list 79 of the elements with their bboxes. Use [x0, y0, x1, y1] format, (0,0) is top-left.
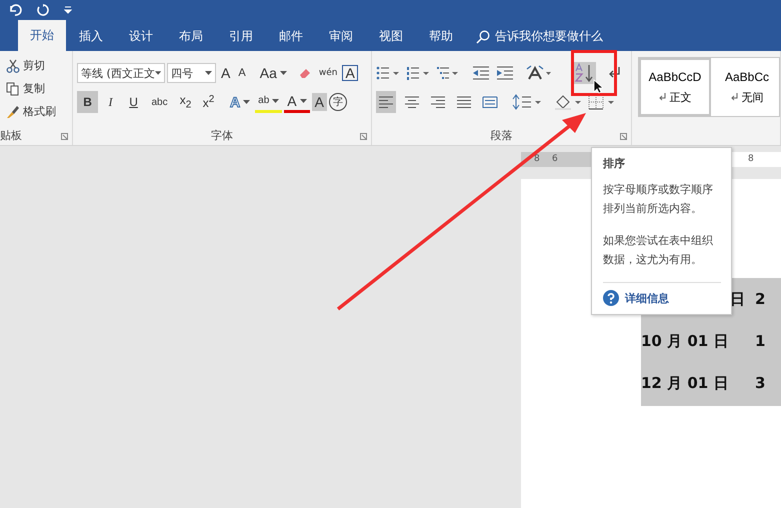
style-item[interactable]: AaBbCcD 正文: [639, 58, 711, 116]
group-label: 段落: [490, 128, 512, 142]
tooltip-title: 排序: [603, 156, 626, 171]
caret-icon: [154, 71, 162, 75]
paragraph-mark-icon: [730, 93, 738, 101]
grow-font-button[interactable]: A: [218, 62, 234, 84]
change-case-button[interactable]: Aa: [256, 62, 290, 84]
redo-icon[interactable]: [36, 4, 50, 16]
undo-icon[interactable]: [8, 4, 22, 16]
enclose-characters-button[interactable]: 字: [328, 93, 347, 111]
highlight-button[interactable]: ab: [255, 91, 282, 113]
shrink-font-button[interactable]: A: [235, 62, 249, 84]
increase-indent-icon[interactable]: [496, 66, 514, 80]
table-cell-text: 3: [754, 374, 766, 392]
numbering-icon[interactable]: [406, 65, 430, 81]
font-size-dropdown[interactable]: 四号: [167, 63, 216, 83]
tell-me-search[interactable]: 告诉我你想要做什么: [476, 22, 603, 51]
multilevel-list-icon[interactable]: [436, 65, 460, 81]
ribbon-tab[interactable]: 布局: [166, 22, 216, 51]
table-cell-text: 1: [754, 332, 766, 350]
font-name-dropdown[interactable]: 等线 (西文正文: [77, 63, 166, 83]
search-icon: [476, 30, 490, 44]
line-spacing-icon[interactable]: [512, 94, 542, 110]
font-color-button[interactable]: A: [284, 91, 310, 113]
group-label: 贴板: [0, 128, 22, 142]
sort-icon[interactable]: [572, 62, 596, 84]
ribbon-tab[interactable]: 设计: [116, 22, 166, 51]
decrease-indent-icon[interactable]: [472, 66, 490, 80]
ruler-number: 8: [534, 154, 540, 164]
ribbon-tab[interactable]: 开始: [18, 20, 66, 51]
table-cell-text: 10 月 01 日: [641, 332, 730, 350]
caret-icon: [272, 98, 280, 102]
caret-icon: [300, 98, 307, 102]
highlight-rectangle: [571, 50, 617, 96]
phonetic-guide-button[interactable]: wén: [316, 62, 340, 84]
ribbon-tab[interactable]: 帮助: [416, 22, 466, 51]
dialog-launcher-icon[interactable]: [61, 133, 68, 140]
caret-icon: [205, 71, 212, 75]
caret-icon: [280, 71, 287, 75]
ribbon-tab[interactable]: 插入: [66, 22, 116, 51]
more-info-link[interactable]: 详细信息: [625, 290, 669, 306]
table-cell-text: 12 月 01 日: [641, 374, 730, 392]
ribbon-tab[interactable]: 视图: [366, 22, 416, 51]
ruler-number: 8: [748, 154, 754, 164]
caret-icon: [243, 100, 250, 104]
clipboard-button[interactable]: 剪切: [0, 55, 72, 76]
borders-icon[interactable]: [588, 94, 616, 110]
paragraph-mark-icon: [658, 93, 666, 101]
copy-icon: [6, 82, 20, 96]
clipboard-button[interactable]: 格式刷: [0, 101, 72, 122]
help-icon: [603, 290, 619, 306]
format-button[interactable]: abc: [146, 91, 174, 113]
text-layout-icon[interactable]: [526, 65, 552, 81]
ruler-number: 6: [552, 154, 558, 164]
table-cell: 日: [730, 290, 745, 308]
scissors-icon: [6, 58, 20, 72]
format-button[interactable]: x$_{2}$: [175, 91, 196, 113]
customize-icon[interactable]: [64, 6, 72, 14]
ribbon-tab[interactable]: 引用: [216, 22, 266, 51]
tooltip-text: 如果您尝试在表中组织数据，这尤为有用。: [603, 233, 714, 268]
align-left-button[interactable]: [376, 91, 396, 113]
character-border-button[interactable]: A: [342, 65, 358, 81]
dialog-launcher-icon[interactable]: [360, 133, 367, 140]
ribbon-tab[interactable]: 邮件: [266, 22, 316, 51]
format-button[interactable]: I: [100, 91, 122, 113]
brush-icon: [6, 104, 20, 118]
character-shading-button[interactable]: A: [312, 93, 327, 111]
group-label: 字体: [211, 128, 234, 142]
table-cell-text: 2: [754, 290, 766, 308]
mouse-pointer-icon: [593, 79, 603, 94]
format-button[interactable]: x$^{2}$: [198, 91, 220, 113]
tooltip-text: 按字母顺序或数字顺序排列当前所选内容。: [603, 182, 714, 217]
bullets-icon[interactable]: [376, 65, 400, 81]
format-button[interactable]: U: [123, 91, 144, 113]
ribbon-tab[interactable]: 审阅: [316, 22, 366, 51]
dialog-launcher-icon[interactable]: [620, 133, 627, 140]
paint-bucket-icon[interactable]: [554, 94, 582, 110]
clipboard-button[interactable]: 复制: [0, 78, 72, 99]
format-button[interactable]: B: [77, 91, 98, 113]
